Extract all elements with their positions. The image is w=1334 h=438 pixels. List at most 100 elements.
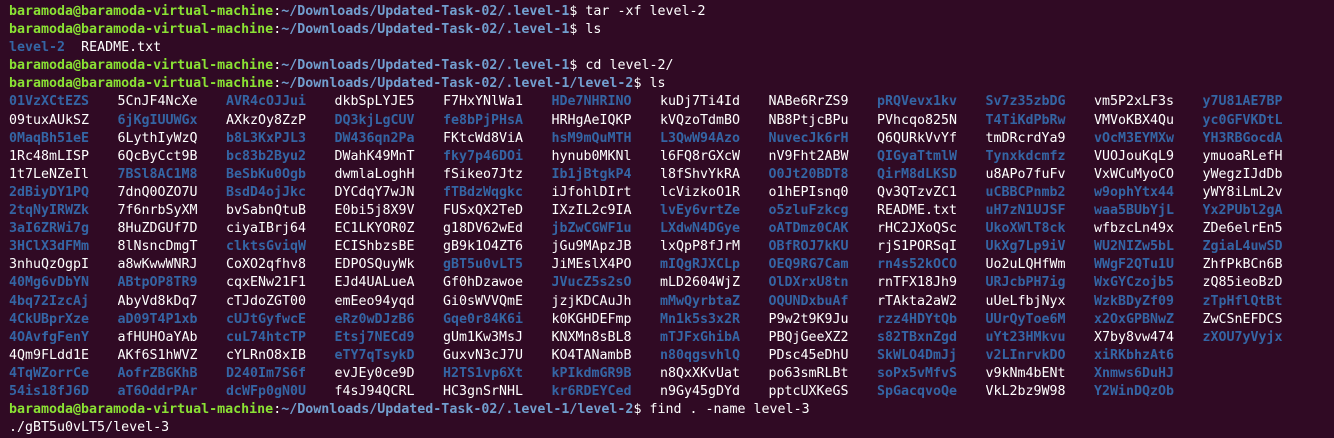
command-line: baramoda@baramoda-virtual-machine:~/Down… [9, 3, 1334, 21]
file-entry: JiMEslX4PO [551, 257, 632, 273]
file-entry: 5CnJF4NcXe [117, 94, 198, 110]
directory-entry: cuL74htcTP [226, 329, 307, 345]
directory-entry: Sv7z35zbDG [985, 94, 1066, 110]
directory-entry: oATDmz0CAK [768, 221, 849, 237]
file-entry: dkbSpLYJE5 [334, 94, 415, 110]
file-entry [1203, 347, 1312, 365]
directory-entry: 7BSl8AC1M8 [117, 166, 198, 182]
directory-entry: uH7zN1UJSF [985, 203, 1066, 219]
file-entry: ZDe6elrEn5 [1202, 221, 1283, 237]
file-entry: X7by8vw474 [1094, 329, 1175, 345]
prompt-separator: : [273, 76, 282, 92]
directory-entry: n80qgsvhlQ [660, 347, 741, 363]
directory-entry: fe8bPjPHsA [443, 112, 524, 128]
directory-entry: 3HClX3dFMm [9, 239, 90, 255]
prompt-path: ~/Downloads/Updated-Task-02/.level-1 [281, 58, 570, 74]
file-entry: mLD2604WjZ [660, 275, 741, 291]
terminal-history-tail: baramoda@baramoda-virtual-machine:~/Down… [9, 401, 1334, 437]
file-entry: ymuoaRLefH [1202, 148, 1283, 164]
file-entry: po63smRLBt [768, 365, 849, 381]
file-entry: u8APo7fuFv [985, 166, 1066, 182]
directory-entry: LXdwN4DGye [660, 221, 741, 237]
file-entry: n8QxXKvUat [660, 365, 741, 381]
prompt-path: ~/Downloads/Updated-Task-02/.level-1/lev… [281, 76, 634, 92]
command-line: baramoda@baramoda-virtual-machine:~/Down… [9, 401, 1334, 419]
file-entry: l8fShvYkRA [660, 166, 741, 182]
directory-entry: x2OxGPBNwZ [1094, 311, 1175, 327]
directory-entry: BeSbKu0Ogb [226, 166, 307, 182]
file-entry: yWY8iLmL2v [1202, 184, 1283, 200]
file-entry: VxWCuMyoCO [1094, 166, 1175, 182]
file-entry: NB8PtjcBPu [768, 112, 849, 128]
file-entry: rjS1PORSqI [877, 239, 958, 255]
prompt-symbol: $ [633, 402, 650, 418]
directory-entry: lvEy6vrtZe [660, 203, 741, 219]
directory-entry: hsM9mQuMTH [551, 130, 632, 146]
command-text: ls [585, 22, 602, 38]
directory-entry: waa5BUbYjL [1094, 203, 1175, 219]
file-entry: ECIShbzsBE [334, 239, 415, 255]
directory-entry: gBT5u0vLT5 [443, 257, 524, 273]
file-entry: AKf6S1hWVZ [117, 347, 198, 363]
directory-entry: kr6RDEYCed [551, 383, 632, 399]
command-text: ls [649, 76, 666, 92]
directory-entry: cUJtGyfwcE [226, 311, 307, 327]
directory-entry: BsdD4ojJkc [226, 184, 307, 200]
directory-entry: Ib1jBtgkP4 [551, 166, 632, 182]
directory-entry: QirM8dLKSD [877, 166, 958, 182]
file-entry: 1Rc48mLISP [9, 148, 90, 164]
command-text: cd level-2/ [585, 58, 674, 74]
directory-entry: v2LInrvkDO [985, 347, 1066, 363]
directory-entry: bc83b2Byu2 [226, 148, 307, 164]
file-entry: cqxENw21F1 [226, 275, 307, 291]
prompt-user: baramoda@baramoda-virtual-machine [9, 402, 274, 418]
directory-entry: UkoXWlT8ck [985, 221, 1066, 237]
file-entry: 3nhuQzOgpI [9, 257, 90, 273]
directory-entry: UkXg7Lp9iV [985, 239, 1066, 255]
prompt-path: ~/Downloads/Updated-Task-02/.level-1/lev… [281, 402, 634, 418]
file-entry: wfbzcLn49x [1094, 221, 1175, 237]
directory-entry: WU2NIZw5bL [1094, 239, 1175, 255]
file-entry: ZwCSnEFDCS [1202, 311, 1283, 327]
directory-entry: eTY7qTsykD [334, 347, 415, 363]
file-entry: VUOJouKqL9 [1094, 148, 1175, 164]
file-entry: n9Gy45gDYd [660, 383, 741, 399]
directory-entry: jbZwCGWF1u [551, 221, 632, 237]
file-entry: CoXO2qfhv8 [226, 257, 307, 273]
file-entry: Uo2uLQHfWm [985, 257, 1066, 273]
prompt-symbol: $ [633, 76, 650, 92]
directory-entry: s82TBxnZgd [877, 329, 958, 345]
file-entry: EJd4UALueA [334, 275, 415, 291]
file-entry: kuDj7Ti4Id [660, 94, 741, 110]
directory-entry: 4TqWZorrCe [9, 365, 90, 381]
directory-entry: xiRKbhzAt6 [1094, 347, 1175, 363]
directory-entry: UUrQyToe6M [985, 311, 1066, 327]
file-entry [1203, 383, 1312, 401]
directory-entry: aD09T4P1xb [117, 311, 198, 327]
file-entry: PDsc45eDhU [768, 347, 849, 363]
file-entry: HRHgAeIQKP [551, 112, 632, 128]
directory-entry: y7U81AE7BP [1202, 94, 1283, 110]
file-entry: rnTFX18Jh9 [877, 275, 958, 291]
prompt-symbol: $ [569, 22, 586, 38]
file-entry: emEeo94yqd [334, 293, 415, 309]
file-entry: EC1LKYOR0Z [334, 221, 415, 237]
file-entry: GuxvN3cJ7U [443, 347, 524, 363]
file-entry: rTAkta2aW2 [877, 293, 958, 309]
directory-entry: yc0GFVKDtL [1202, 112, 1283, 128]
file-entry: Q6QURkVvYf [877, 130, 958, 146]
prompt-user: baramoda@baramoda-virtual-machine [9, 76, 274, 92]
directory-entry: DQ3kjLgCUV [334, 112, 415, 128]
directory-entry: fTBdzWqgkc [443, 184, 524, 200]
directory-entry: QIGyaTtmlW [877, 148, 958, 164]
file-entry: DWahK49MnT [334, 148, 415, 164]
file-entry: lcVizkoO1R [660, 184, 741, 200]
directory-entry: SkWLO4DmJj [877, 347, 958, 363]
directory-entry: 01VzXCtEZS [9, 94, 90, 110]
file-entry: cTJdoZGT00 [226, 293, 307, 309]
file-entry: v9kNm4bENt [985, 365, 1066, 381]
terminal-window[interactable]: baramoda@baramoda-virtual-machine:~/Down… [0, 0, 1334, 438]
directory-entry: Yx2PUbl2gA [1202, 203, 1283, 219]
file-entry: rHC2JXoQSc [877, 221, 958, 237]
file-entry: HC3gnSrNHL [443, 383, 524, 399]
